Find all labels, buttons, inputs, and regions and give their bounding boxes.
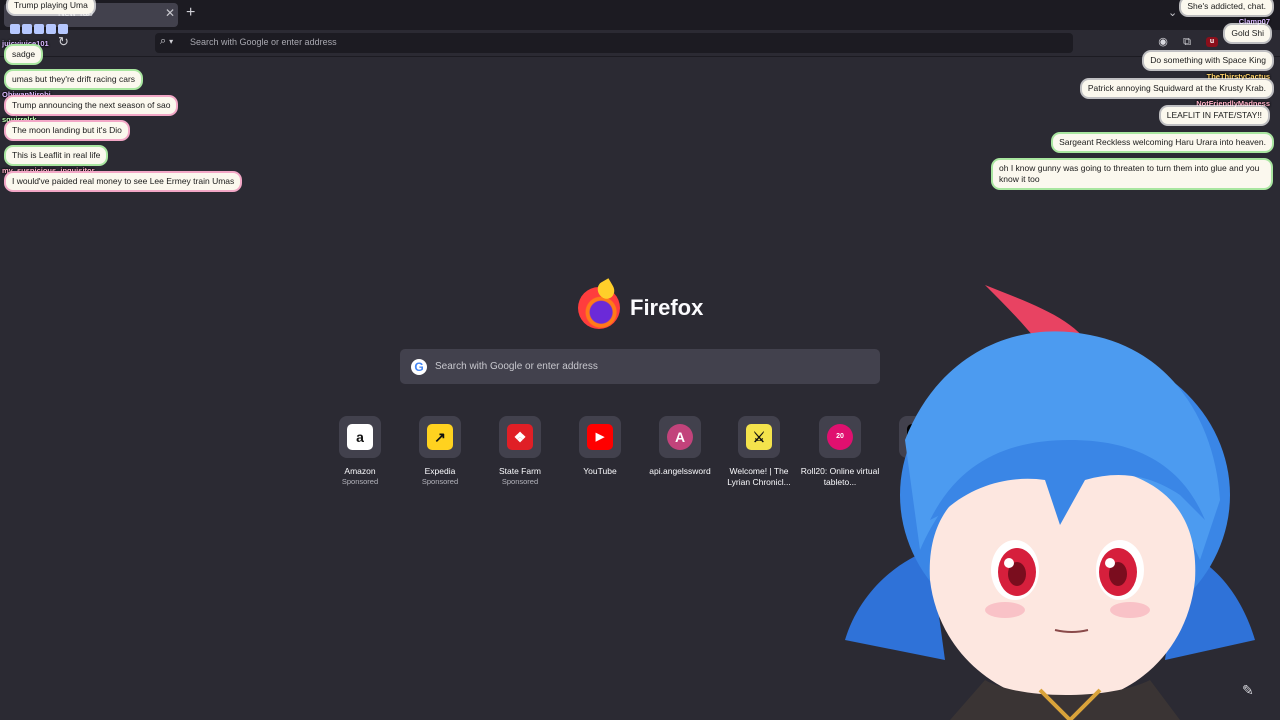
expedia-icon: ↗ — [427, 424, 453, 450]
state-farm-icon: ❖ — [507, 424, 533, 450]
search-icon: ⌕ — [160, 35, 167, 47]
letter-a-icon: A — [667, 424, 693, 450]
account-icon[interactable]: ◉ — [1156, 35, 1170, 49]
chat-message: Trump playing Uma — [8, 0, 94, 14]
nav-bar: ↻ ⌕ ▾ Search with Google or enter address… — [0, 30, 1280, 57]
search-engine-selector[interactable]: ⌕ ▾ — [160, 35, 173, 48]
chat-message: Do something with Space King — [1144, 52, 1272, 69]
tile-box: a — [339, 416, 381, 458]
google-icon: G — [411, 359, 427, 375]
emote-row — [10, 21, 70, 34]
tile-box: A — [659, 416, 701, 458]
chat-message: LEAFLIT IN FATE/STAY!! — [1160, 107, 1268, 124]
crossed-swords-icon: ⚔ — [746, 424, 772, 450]
url-bar[interactable]: ⌕ ▾ Search with Google or enter address — [155, 33, 1073, 53]
tile-sponsored: Sponsored — [341, 477, 379, 486]
chat-message: Trump announcing the next season of sao — [6, 97, 177, 114]
ublock-icon[interactable]: u — [1206, 37, 1218, 47]
tile-sponsored: Sponsored — [421, 477, 459, 486]
tile-box: ▶ — [579, 416, 621, 458]
tile-title: Welcome! | The Lyrian Chronicl... — [727, 466, 791, 487]
tile-angelssword[interactable]: A api.angelssword — [640, 416, 720, 477]
tile-box: ❖ — [499, 416, 541, 458]
search-placeholder: Search with Google or enter address — [435, 361, 598, 372]
tile-box: ↗ — [419, 416, 461, 458]
chat-message: umas but they're drift racing cars — [6, 71, 142, 88]
chat-message: Sargeant Reckless welcoming Haru Urara i… — [1053, 134, 1272, 151]
tile-box: ⚔ — [738, 416, 780, 458]
google-letter: G — [414, 360, 424, 374]
tile-youtube[interactable]: ▶ YouTube — [560, 416, 640, 477]
tile-title: Amazon — [344, 466, 376, 476]
tile-lyrian-chronicles[interactable]: ⚔ Welcome! | The Lyrian Chronicl... — [719, 416, 799, 488]
reload-icon[interactable]: ↻ — [58, 34, 69, 50]
tile-title: api.angelssword — [649, 466, 711, 476]
chat-message: Patrick annoying Squidward at the Krusty… — [1081, 80, 1272, 97]
new-tab-plus-icon[interactable]: + — [186, 4, 195, 22]
tile-title: YouTube — [583, 466, 617, 476]
vtuber-avatar — [845, 285, 1255, 720]
amazon-icon: a — [347, 424, 373, 450]
search-box[interactable]: G Search with Google or enter address — [400, 349, 880, 384]
url-placeholder: Search with Google or enter address — [190, 37, 337, 47]
tile-title: Expedia — [424, 466, 456, 476]
tile-expedia[interactable]: ↗ Expedia Sponsored — [400, 416, 480, 487]
tile-amazon[interactable]: a Amazon Sponsored — [320, 416, 400, 487]
tile-state-farm[interactable]: ❖ State Farm Sponsored — [480, 416, 560, 487]
tab-bar: New Tab ✕ + ⌄ — [0, 0, 1280, 30]
close-tab-icon[interactable]: ✕ — [165, 6, 175, 20]
chat-message: oh I know gunny was going to threaten to… — [993, 160, 1271, 188]
extensions-icon[interactable]: ⧉ — [1180, 35, 1194, 49]
chat-message: I would've paided real money to see Lee … — [6, 173, 241, 190]
chat-message: She's addicted, chat. — [1181, 0, 1272, 15]
youtube-icon: ▶ — [587, 424, 613, 450]
chat-message: sadge — [6, 46, 42, 63]
chat-message: The moon landing but it's Dio — [6, 122, 128, 139]
firefox-brand: Firefox — [578, 278, 708, 329]
tile-sponsored: Sponsored — [501, 477, 539, 486]
chevron-down-icon[interactable]: ⌄ — [1168, 6, 1177, 19]
tile-title: State Farm — [498, 466, 542, 476]
brand-name: Firefox — [630, 295, 704, 320]
chat-message: Gold Shi — [1225, 25, 1270, 42]
chevron-down-icon: ▾ — [169, 37, 174, 46]
chat-message: This is Leaflit in real life — [6, 147, 107, 164]
